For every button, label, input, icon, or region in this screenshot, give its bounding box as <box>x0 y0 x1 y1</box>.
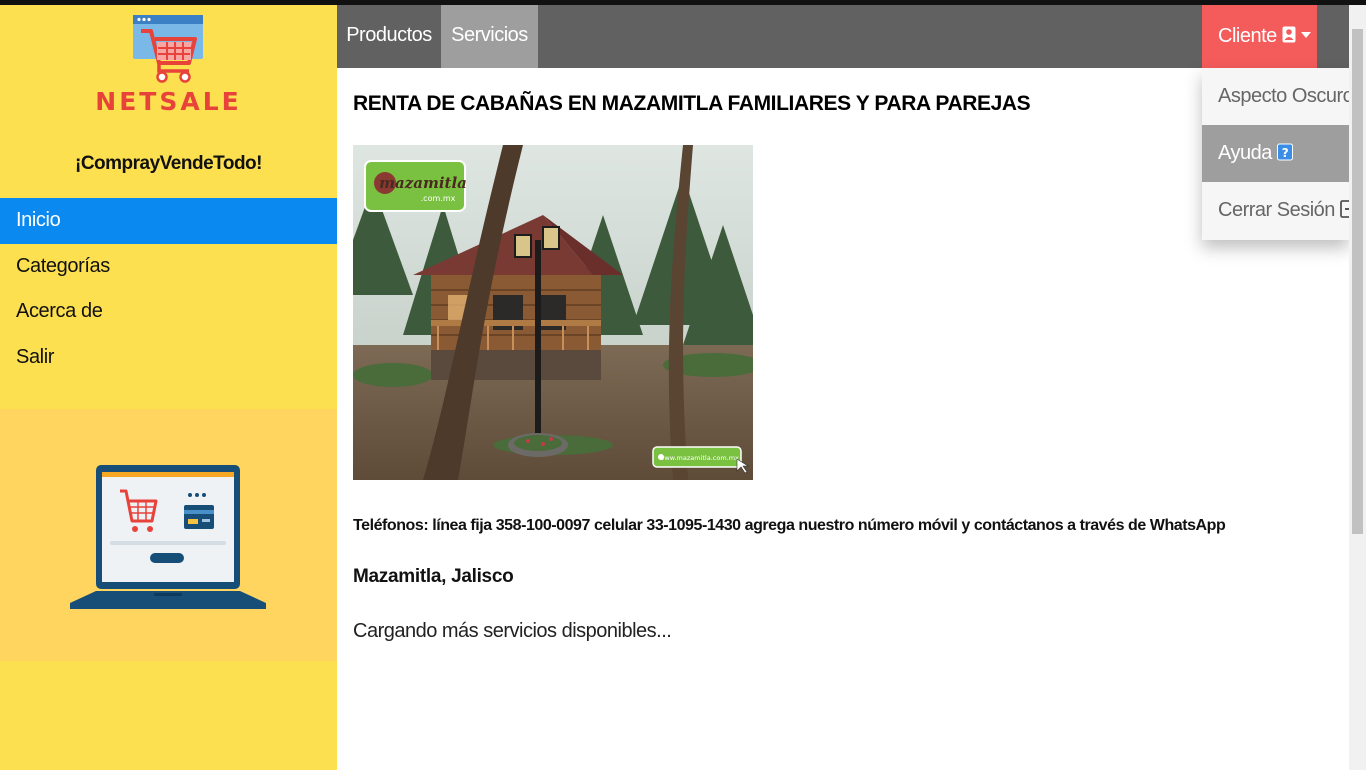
logout-icon <box>1340 199 1349 218</box>
listing-phones: Teléfonos: línea fija 358-100-0097 celul… <box>353 517 1226 534</box>
cabin-photo: mazamitla .com.mx www.mazamitla.com.mx <box>353 145 753 480</box>
client-menu-button[interactable]: Cliente <box>1202 5 1317 68</box>
sidebar-nav: Inicio Categorías Acerca de Salir <box>0 198 337 380</box>
photo-watermark-url: www.mazamitla.com.mx <box>659 454 739 462</box>
sidebar: NETSALE ¡ComprayVendeTodo! Inicio Catego… <box>0 5 337 770</box>
client-menu-label: Cliente <box>1218 25 1277 47</box>
caret-down-icon <box>1300 31 1311 38</box>
tab-productos[interactable]: Productos <box>337 5 441 68</box>
mazamitla-badge-text: mazamitla <box>379 174 467 192</box>
laptop-shopping-illustration-icon <box>70 465 266 609</box>
shopping-cart-logo-icon <box>133 15 203 83</box>
listing-location: Mazamitla, Jalisco <box>353 566 514 587</box>
top-navbar: Productos Servicios Cliente <box>337 5 1349 68</box>
mazamitla-badge-domain: .com.mx <box>421 194 456 203</box>
promo-panel <box>0 409 337 661</box>
sidebar-item-salir[interactable]: Salir <box>0 335 337 381</box>
sidebar-item-inicio[interactable]: Inicio <box>0 198 337 244</box>
tab-servicios[interactable]: Servicios <box>441 5 538 68</box>
menu-item-ayuda[interactable]: Ayuda ? <box>1202 125 1349 182</box>
menu-item-cerrar-sesion[interactable]: Cerrar Sesión <box>1202 182 1349 239</box>
scrollbar-thumb[interactable] <box>1352 29 1363 534</box>
help-icon: ? <box>1276 143 1293 161</box>
menu-item-dark-mode[interactable]: Aspecto Oscuro <box>1202 68 1349 125</box>
menu-item-dark-mode-label: Aspecto Oscuro <box>1218 85 1349 107</box>
brand-slogan: ¡ComprayVendeTodo! <box>75 153 263 174</box>
listing-title: RENTA DE CABAÑAS EN MAZAMITLA FAMILIARES… <box>353 92 1031 115</box>
sidebar-item-acerca-de[interactable]: Acerca de <box>0 289 337 335</box>
user-icon <box>1282 26 1296 43</box>
loading-status: Cargando más servicios disponibles... <box>353 620 672 642</box>
brand-name: NETSALE <box>95 87 242 116</box>
menu-item-ayuda-label: Ayuda <box>1218 142 1272 164</box>
sidebar-item-categorias[interactable]: Categorías <box>0 244 337 290</box>
client-dropdown-menu: Aspecto Oscuro Ayuda ? Cerrar Sesión <box>1202 68 1349 240</box>
svg-text:?: ? <box>1282 146 1289 160</box>
menu-item-cerrar-sesion-label: Cerrar Sesión <box>1218 199 1335 221</box>
